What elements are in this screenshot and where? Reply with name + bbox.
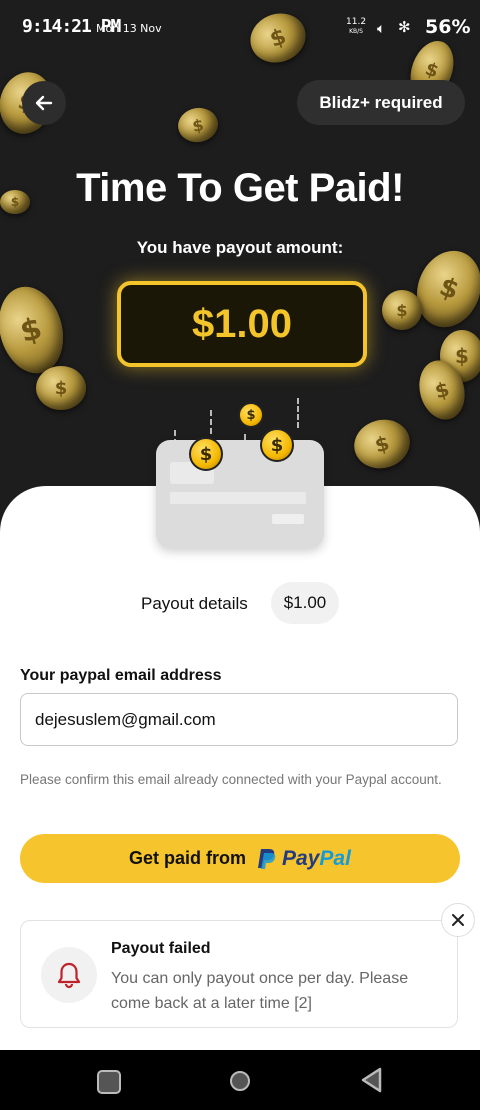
get-paid-button[interactable]: Get paid from Pay Pal (20, 834, 460, 883)
blidz-plus-badge[interactable]: Blidz+ required (297, 80, 465, 125)
arrow-left-icon (35, 95, 53, 111)
toast-title: Payout failed (111, 940, 211, 957)
mute-icon: 🔈︎ (377, 20, 386, 36)
status-date: Mon 13 Nov (96, 22, 162, 35)
battery-level: 56% (425, 16, 471, 38)
leaf-icon: ✻ (398, 19, 411, 36)
payout-details-row: Payout details $1.00 (0, 582, 480, 624)
system-nav-bar (0, 1050, 480, 1110)
coin-decoration (36, 366, 86, 410)
bell-icon (41, 947, 97, 1003)
dollar-coin-icon: $ (238, 402, 264, 428)
payout-amount: $1.00 (117, 281, 367, 367)
close-icon (452, 914, 464, 926)
coin-decoration (175, 104, 221, 146)
payout-details-value: $1.00 (271, 582, 339, 624)
back-nav-button[interactable] (358, 1066, 384, 1094)
dollar-coin-icon: $ (260, 428, 294, 462)
recent-apps-button[interactable] (97, 1070, 121, 1094)
coin-decoration (348, 413, 416, 475)
close-toast-button[interactable] (441, 903, 475, 937)
get-paid-label: Get paid from (129, 848, 247, 868)
payout-failed-toast: Payout failed You can only payout once p… (20, 920, 458, 1028)
paypal-logo: Pay Pal (256, 847, 351, 871)
toast-message: You can only payout once per day. Please… (111, 970, 409, 1012)
page-title: Time To Get Paid! (76, 166, 404, 210)
payout-subtitle: You have payout amount: (136, 238, 344, 257)
dollar-coin-icon: $ (189, 437, 223, 471)
coin-decoration (382, 290, 422, 330)
payout-details-label: Payout details (141, 594, 248, 613)
email-field-label: Your paypal email address (20, 667, 222, 684)
email-field[interactable] (20, 693, 458, 746)
network-speed: 11.2 KB/S (346, 17, 367, 36)
home-button[interactable] (230, 1071, 250, 1091)
back-button[interactable] (22, 81, 66, 125)
status-bar: 9:14:21 PM Mon 13 Nov 11.2 KB/S 🔈︎ ✻ 56% (0, 0, 480, 58)
credit-card-icon (156, 440, 324, 548)
email-confirm-note: Please confirm this email already connec… (20, 772, 442, 787)
paypal-icon (258, 848, 276, 869)
